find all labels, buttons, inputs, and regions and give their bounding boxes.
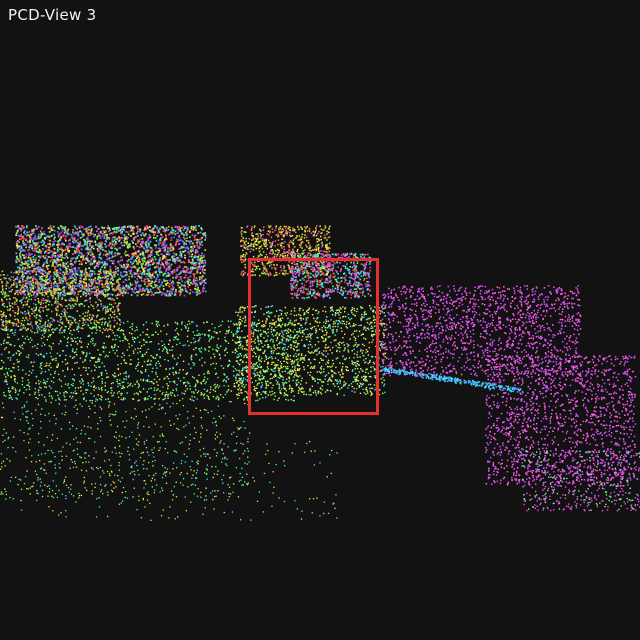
selection-box[interactable] [248, 258, 379, 415]
view-title: PCD-View 3 [8, 6, 97, 24]
pointcloud-viewport[interactable]: PCD-View 3 [0, 0, 640, 640]
